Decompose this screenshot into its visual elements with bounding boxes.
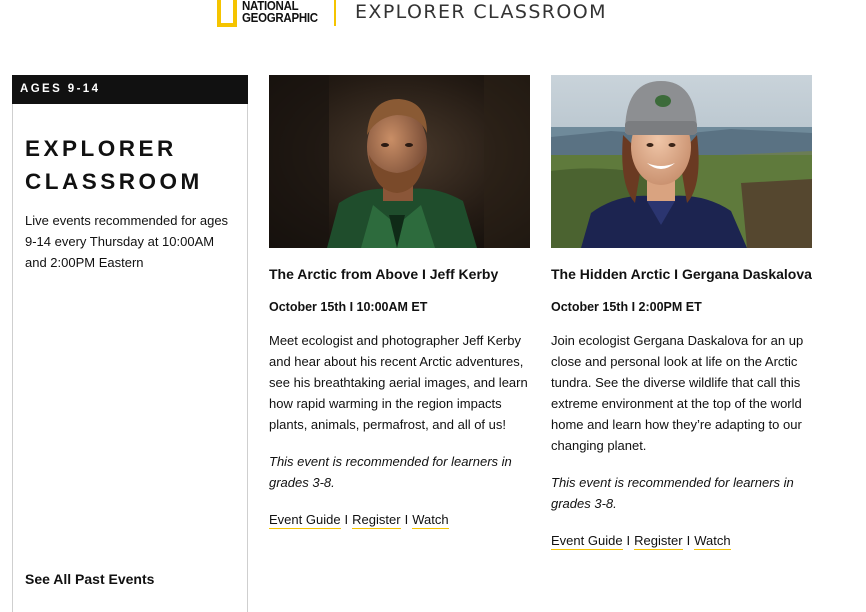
- age-badge: AGES 9-14: [12, 75, 248, 104]
- event-date: October 15th I 10:00AM ET: [269, 300, 428, 314]
- link-separator: I: [626, 533, 631, 548]
- event-grade-note: This event is recommended for learners i…: [269, 454, 512, 490]
- panel-title: EXPLORER CLASSROOM: [25, 132, 247, 198]
- page-header: NATIONAL GEOGRAPHIC EXPLORER CLASSROOM: [0, 0, 866, 40]
- event-photo-gergana-daskalova[interactable]: [551, 75, 812, 248]
- explorer-classroom-heading: EXPLORER CLASSROOM: [355, 1, 607, 23]
- portrait-image: [269, 75, 530, 248]
- yellow-border-icon: [217, 0, 237, 27]
- event-card: The Hidden Arctic I Gergana Daskalova Oc…: [551, 75, 812, 551]
- event-links: Event Guide I Register I Watch: [551, 530, 812, 551]
- watch-link[interactable]: Watch: [694, 533, 731, 550]
- link-separator: I: [686, 533, 691, 548]
- register-link[interactable]: Register: [634, 533, 683, 550]
- explorer-classroom-panel: AGES 9-14 EXPLORER CLASSROOM Live events…: [12, 75, 248, 612]
- logo-line-2: GEOGRAPHIC: [242, 11, 318, 25]
- event-grade-note: This event is recommended for learners i…: [551, 475, 794, 511]
- event-photo-jeff-kerby[interactable]: [269, 75, 530, 248]
- event-card: The Arctic from Above I Jeff Kerby Octob…: [269, 75, 530, 530]
- event-date: October 15th I 2:00PM ET: [551, 300, 702, 314]
- event-description: Join ecologist Gergana Daskalova for an …: [551, 333, 804, 453]
- event-description: Meet ecologist and photographer Jeff Ker…: [269, 333, 528, 432]
- link-separator: I: [404, 512, 409, 527]
- watch-link[interactable]: Watch: [412, 512, 449, 529]
- panel-title-line-2: CLASSROOM: [25, 169, 203, 194]
- link-separator: I: [344, 512, 349, 527]
- event-links: Event Guide I Register I Watch: [269, 509, 530, 530]
- national-geographic-logo[interactable]: NATIONAL GEOGRAPHIC: [217, 0, 324, 28]
- event-guide-link[interactable]: Event Guide: [551, 533, 623, 550]
- panel-title-line-1: EXPLORER: [25, 136, 177, 161]
- event-title: The Hidden Arctic I Gergana Daskalova: [551, 266, 812, 282]
- register-link[interactable]: Register: [352, 512, 401, 529]
- panel-description: Live events recommended for ages 9-14 ev…: [25, 213, 229, 270]
- header-divider: [334, 0, 336, 26]
- see-all-past-events-link[interactable]: See All Past Events: [25, 569, 154, 589]
- event-title: The Arctic from Above I Jeff Kerby: [269, 266, 499, 282]
- event-guide-link[interactable]: Event Guide: [269, 512, 341, 529]
- portrait-image: [551, 75, 812, 248]
